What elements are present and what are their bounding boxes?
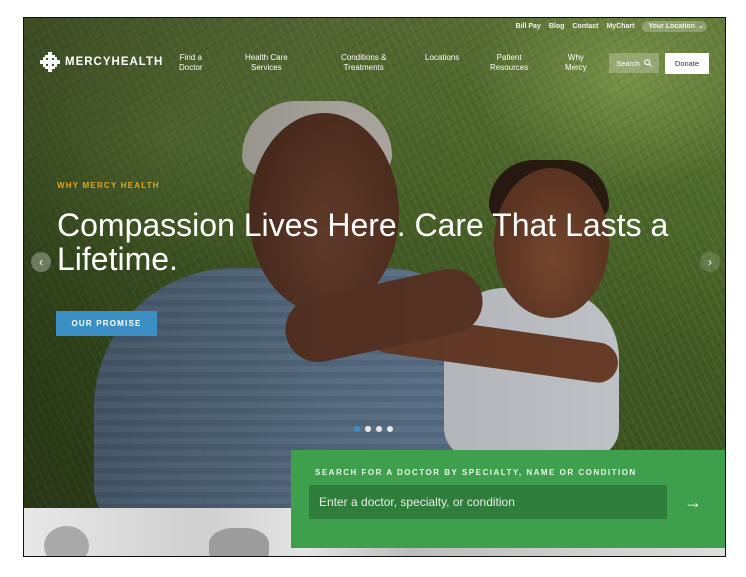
- nav-item-health-care-services[interactable]: Health Care Services: [245, 53, 288, 73]
- carousel-dot-1[interactable]: [354, 426, 360, 432]
- util-link-bill-pay[interactable]: Bill Pay: [516, 23, 541, 30]
- util-link-contact[interactable]: Contact: [572, 23, 598, 30]
- nav-item-label: Locations: [425, 53, 460, 62]
- header-search-label: Search: [616, 58, 640, 68]
- carousel-dot-3[interactable]: [376, 426, 382, 432]
- our-promise-label: OUR PROMISE: [71, 319, 142, 328]
- carousel-next-button[interactable]: ›: [700, 252, 720, 272]
- page-viewport: Bill Pay Blog Contact MyChart Your Locat…: [23, 17, 726, 557]
- chevron-right-icon: ›: [708, 255, 712, 269]
- site-logo[interactable]: MERCYHEALTH: [40, 52, 163, 72]
- util-link-blog[interactable]: Blog: [549, 23, 565, 30]
- hero-eyebrow: WHY MERCY HEALTH: [57, 181, 160, 190]
- nav-item-conditions-treatments[interactable]: Conditions & Treatments: [341, 53, 386, 73]
- carousel-prev-button[interactable]: ‹: [31, 252, 51, 272]
- utility-nav: Bill Pay Blog Contact MyChart Your Locat…: [516, 21, 707, 32]
- logo-wordmark: MERCYHEALTH: [65, 56, 164, 68]
- carousel-dots: [354, 426, 393, 432]
- mercy-cross-icon: [40, 52, 60, 72]
- location-selector[interactable]: Your Location ⌄: [642, 21, 707, 32]
- nav-item-label: Find a Doctor: [179, 53, 203, 72]
- nav-item-label: Why Mercy: [565, 53, 587, 72]
- nav-item-find-a-doctor[interactable]: Find a Doctor: [179, 53, 203, 73]
- doctor-search-input[interactable]: [309, 485, 667, 519]
- chevron-left-icon: ‹: [39, 255, 43, 269]
- arrow-right-icon: →: [684, 491, 702, 512]
- nav-item-label: Conditions & Treatments: [341, 53, 387, 72]
- donate-label: Donate: [674, 59, 700, 68]
- nav-item-why-mercy[interactable]: Why Mercy: [565, 53, 587, 73]
- nav-item-patient-resources[interactable]: Patient Resources: [490, 53, 528, 73]
- header-search-button[interactable]: Search: [609, 53, 659, 73]
- preview-photo: [209, 528, 269, 556]
- search-icon: [644, 59, 652, 67]
- hero-headline: Compassion Lives Here. Care That Lasts a…: [57, 207, 669, 277]
- nav-item-locations[interactable]: Locations: [425, 53, 459, 63]
- preview-photo: [44, 526, 89, 556]
- chevron-down-icon: ⌄: [698, 23, 704, 30]
- doctor-search-panel: SEARCH FOR A DOCTOR BY SPECIALTY, NAME O…: [291, 450, 725, 548]
- nav-item-label: Health Care Services: [245, 53, 288, 72]
- location-label: Your Location: [648, 23, 695, 30]
- carousel-dot-4[interactable]: [387, 426, 393, 432]
- carousel-dot-2[interactable]: [365, 426, 371, 432]
- doctor-search-label: SEARCH FOR A DOCTOR BY SPECIALTY, NAME O…: [315, 468, 637, 477]
- util-link-mychart[interactable]: MyChart: [606, 23, 634, 30]
- donate-button[interactable]: Donate: [665, 53, 709, 74]
- nav-item-label: Patient Resources: [490, 53, 529, 72]
- doctor-search-submit[interactable]: →: [679, 488, 707, 516]
- our-promise-button[interactable]: OUR PROMISE: [56, 311, 157, 336]
